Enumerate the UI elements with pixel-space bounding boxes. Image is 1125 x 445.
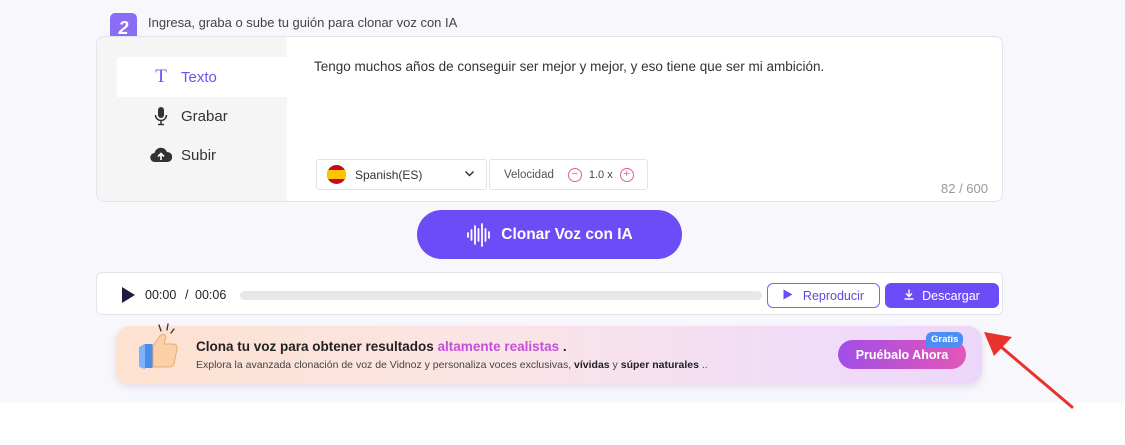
audio-player: 00:00 / 00:06 Reproducir Descargar [96, 272, 1003, 315]
script-textarea[interactable]: Tengo muchos años de conseguir ser mejor… [314, 59, 824, 74]
download-icon [904, 289, 914, 303]
thumbs-up-illustration-icon [136, 322, 188, 379]
character-count: 82 / 600 [941, 181, 988, 196]
speed-control: Velocidad − 1.0 x + [489, 159, 648, 190]
speed-increase-button[interactable]: + [619, 167, 634, 182]
time-separator: / [185, 288, 189, 302]
promo-subtitle: Explora la avanzada clonación de voz de … [196, 359, 708, 371]
speed-label: Velocidad [504, 168, 554, 181]
input-mode-panel: T Texto Grabar Subir [97, 37, 287, 201]
mode-tab-label: Subir [181, 146, 217, 164]
current-time: 00:00 [145, 288, 177, 302]
promo-subtitle-conjunction: y [609, 359, 621, 371]
promo-title-highlight: altamente realistas [437, 339, 560, 354]
promo-subtitle-bold-naturales: súper naturales [620, 359, 699, 371]
promo-title: Clona tu voz para obtener resultados alt… [196, 339, 567, 354]
promo-title-text: Clona tu voz para obtener resultados [196, 339, 438, 354]
mode-tab-upload[interactable]: Subir [117, 135, 287, 175]
total-time: 00:06 [195, 288, 227, 302]
speed-decrease-button[interactable]: − [567, 167, 582, 182]
language-select[interactable]: Spanish(ES) [316, 159, 487, 190]
play-triangle-icon [783, 289, 793, 303]
promo-title-suffix: . [559, 339, 567, 354]
download-button[interactable]: Descargar [885, 283, 999, 308]
mode-tab-label: Texto [181, 68, 217, 86]
spain-flag-icon [327, 165, 346, 184]
chevron-down-icon [464, 168, 475, 182]
play-button[interactable]: Reproducir [767, 283, 880, 308]
clone-voice-button[interactable]: Clonar Voz con IA [417, 210, 682, 259]
red-arrow-annotation-icon [980, 326, 1080, 415]
free-badge: Gratis [926, 332, 964, 347]
clone-voice-label: Clonar Voz con IA [501, 225, 633, 243]
play-icon[interactable] [121, 287, 135, 308]
download-button-label: Descargar [922, 288, 980, 303]
script-editor-card: T Texto Grabar Subir Tengo muchos años d… [96, 36, 1003, 202]
text-T-icon: T [155, 66, 167, 87]
mode-tab-text[interactable]: T Texto [117, 57, 287, 97]
promo-subtitle-bold-vividas: vívidas [574, 359, 610, 371]
cloud-upload-icon [150, 147, 172, 163]
sound-wave-icon [466, 222, 492, 247]
promo-banner: Clona tu voz para obtener resultados alt… [116, 323, 982, 384]
promo-subtitle-text: Explora la avanzada clonación de voz de … [196, 359, 575, 371]
microphone-icon [150, 106, 172, 126]
play-button-label: Reproducir [802, 288, 865, 303]
progress-bar[interactable] [240, 291, 762, 300]
language-value: Spanish(ES) [355, 167, 423, 182]
mode-tab-record[interactable]: Grabar [117, 96, 287, 136]
step-title: Ingresa, graba o sube tu guión para clon… [148, 15, 458, 30]
promo-subtitle-suffix: .. [698, 359, 708, 371]
mode-tab-label: Grabar [181, 107, 228, 125]
speed-value: 1.0 x [588, 168, 613, 181]
